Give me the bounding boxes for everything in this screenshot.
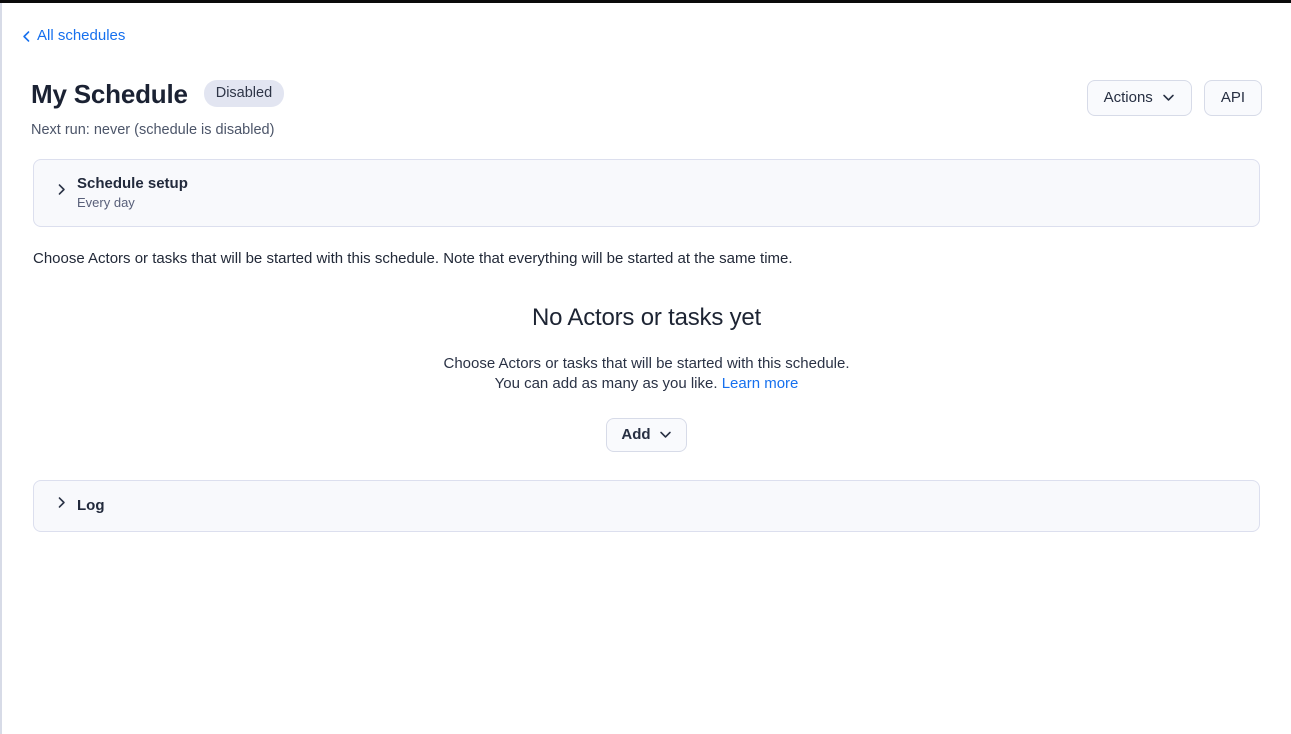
- schedule-description-text: Choose Actors or tasks that will be star…: [33, 249, 1260, 268]
- empty-state-line2: You can add as many as you like. Learn m…: [2, 374, 1291, 394]
- chevron-down-icon: [1162, 91, 1175, 104]
- empty-state-title: No Actors or tasks yet: [2, 303, 1291, 332]
- chevron-left-icon: [20, 30, 33, 43]
- add-button-label: Add: [621, 426, 650, 443]
- log-panel-header[interactable]: Log: [34, 481, 1259, 531]
- page-header-buttons: Actions API: [1087, 80, 1262, 116]
- chevron-down-icon: [659, 428, 672, 441]
- chevron-right-icon[interactable]: [55, 496, 68, 514]
- page-title: My Schedule: [31, 79, 188, 109]
- api-button[interactable]: API: [1204, 80, 1262, 116]
- add-button[interactable]: Add: [606, 418, 686, 452]
- back-to-all-schedules-link[interactable]: All schedules: [20, 27, 125, 45]
- page-header: My Schedule Disabled Next run: never (sc…: [31, 79, 1262, 139]
- actions-button[interactable]: Actions: [1087, 80, 1192, 116]
- schedule-detail-page: All schedules My Schedule Disabled Next …: [2, 3, 1291, 532]
- schedule-setup-panel[interactable]: Schedule setup Every day: [33, 159, 1260, 227]
- chevron-right-icon[interactable]: [55, 183, 68, 201]
- schedule-setup-panel-header[interactable]: Schedule setup Every day: [34, 160, 1259, 226]
- schedule-setup-title: Schedule setup: [77, 174, 188, 193]
- status-badge: Disabled: [204, 80, 284, 107]
- add-button-wrap: Add: [2, 418, 1291, 452]
- log-panel[interactable]: Log: [33, 480, 1260, 532]
- empty-state-line1: Choose Actors or tasks that will be star…: [2, 354, 1291, 374]
- empty-state: No Actors or tasks yet Choose Actors or …: [2, 303, 1291, 452]
- schedule-setup-panel-titles: Schedule setup Every day: [77, 174, 188, 211]
- api-button-label: API: [1221, 89, 1245, 106]
- breadcrumb-label: All schedules: [37, 27, 125, 45]
- learn-more-link[interactable]: Learn more: [722, 375, 799, 392]
- empty-state-description: Choose Actors or tasks that will be star…: [2, 354, 1291, 394]
- schedule-setup-subtitle: Every day: [77, 194, 188, 211]
- log-panel-title: Log: [77, 496, 105, 515]
- page-header-left: My Schedule Disabled Next run: never (sc…: [31, 79, 284, 139]
- actions-button-label: Actions: [1104, 89, 1153, 106]
- next-run-text: Next run: never (schedule is disabled): [31, 122, 284, 139]
- title-row: My Schedule Disabled: [31, 79, 284, 109]
